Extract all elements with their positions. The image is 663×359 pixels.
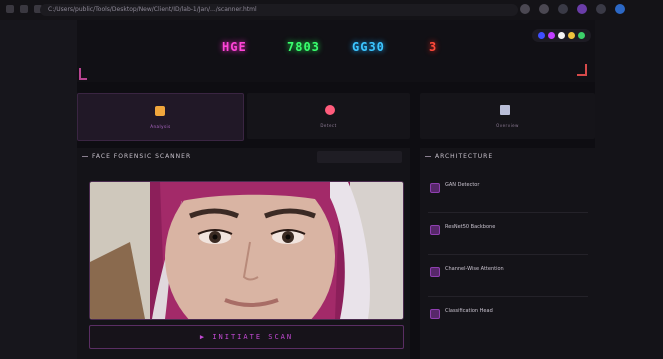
layer-icon bbox=[430, 309, 440, 319]
theme-dot-icon[interactable] bbox=[578, 32, 585, 39]
stat-value: 3 bbox=[429, 40, 438, 54]
theme-toggle[interactable] bbox=[532, 29, 591, 42]
stat-value: 7803 bbox=[287, 40, 320, 54]
box-icon bbox=[155, 106, 165, 116]
face-image bbox=[89, 181, 404, 320]
theme-dot-icon[interactable] bbox=[568, 32, 575, 39]
panel-title: FACE FORENSIC SCANNER bbox=[82, 153, 191, 160]
stat-value: GG30 bbox=[352, 40, 385, 54]
scanner-header-button[interactable] bbox=[317, 151, 402, 163]
architecture-item-name: ResNet50 Backbone bbox=[445, 224, 496, 230]
back-icon[interactable] bbox=[6, 5, 14, 13]
face-image-drawing bbox=[90, 182, 403, 319]
layer-icon bbox=[430, 183, 440, 193]
stat-value: HGE bbox=[222, 40, 247, 54]
corner-bracket-icon bbox=[577, 64, 587, 76]
extension-icon[interactable] bbox=[539, 4, 549, 14]
extension-icon[interactable] bbox=[520, 4, 530, 14]
layer-icon bbox=[430, 267, 440, 277]
chart-icon bbox=[500, 105, 510, 115]
app-window: HGE 7803 GG30 3 Analysis Detect Overview… bbox=[77, 20, 595, 359]
target-icon bbox=[325, 105, 335, 115]
tab-overview[interactable]: Overview bbox=[420, 93, 595, 139]
dash-icon bbox=[82, 156, 88, 157]
layer-icon bbox=[430, 225, 440, 235]
corner-bracket-icon bbox=[79, 68, 87, 80]
browser-toolbar: C:/Users/public/Tools/Desktop/New/Client… bbox=[0, 0, 663, 21]
architecture-item: ResNet50 Backbone bbox=[428, 218, 588, 252]
right-gutter bbox=[595, 20, 663, 359]
theme-dot-icon[interactable] bbox=[548, 32, 555, 39]
architecture-item-name: Channel-Wise Attention bbox=[445, 266, 504, 272]
tab-label: Overview bbox=[496, 123, 519, 128]
account-icon[interactable] bbox=[615, 4, 625, 14]
left-gutter bbox=[0, 20, 77, 359]
extension-icon[interactable] bbox=[558, 4, 568, 14]
divider bbox=[428, 254, 588, 255]
theme-dot-icon[interactable] bbox=[538, 32, 545, 39]
divider bbox=[428, 296, 588, 297]
scanner-title: FACE FORENSIC SCANNER bbox=[92, 153, 192, 160]
profile-icon[interactable] bbox=[577, 4, 587, 14]
scanner-panel: FACE FORENSIC SCANNER ▶ INITIATE SCAN bbox=[77, 148, 410, 359]
browser-extensions bbox=[520, 4, 625, 14]
stats-header: HGE 7803 GG30 3 bbox=[77, 20, 595, 82]
tab-bar: Analysis Detect Overview bbox=[77, 93, 595, 141]
tab-detect[interactable]: Detect bbox=[247, 93, 410, 139]
tab-label: Detect bbox=[320, 123, 337, 128]
architecture-item-name: Classification Head bbox=[445, 308, 493, 314]
architecture-item: Channel-Wise Attention bbox=[428, 260, 588, 294]
architecture-panel: ARCHITECTURE GAN Detector ResNet50 Backb… bbox=[420, 148, 595, 359]
tab-analysis[interactable]: Analysis bbox=[77, 93, 244, 141]
menu-icon[interactable] bbox=[596, 4, 606, 14]
theme-dot-icon[interactable] bbox=[558, 32, 565, 39]
divider bbox=[428, 212, 588, 213]
architecture-title: ARCHITECTURE bbox=[435, 153, 494, 160]
initiate-scan-button[interactable]: ▶ INITIATE SCAN bbox=[89, 325, 404, 349]
panel-title: ARCHITECTURE bbox=[425, 153, 493, 160]
address-bar[interactable]: C:/Users/public/Tools/Desktop/New/Client… bbox=[40, 4, 518, 16]
architecture-item-name: GAN Detector bbox=[445, 182, 480, 188]
browser-nav-buttons bbox=[6, 5, 42, 13]
forward-icon[interactable] bbox=[20, 5, 28, 13]
architecture-item: Classification Head bbox=[428, 302, 588, 336]
dash-icon bbox=[425, 156, 431, 157]
architecture-item: GAN Detector bbox=[428, 176, 588, 210]
tab-label: Analysis bbox=[150, 124, 171, 129]
